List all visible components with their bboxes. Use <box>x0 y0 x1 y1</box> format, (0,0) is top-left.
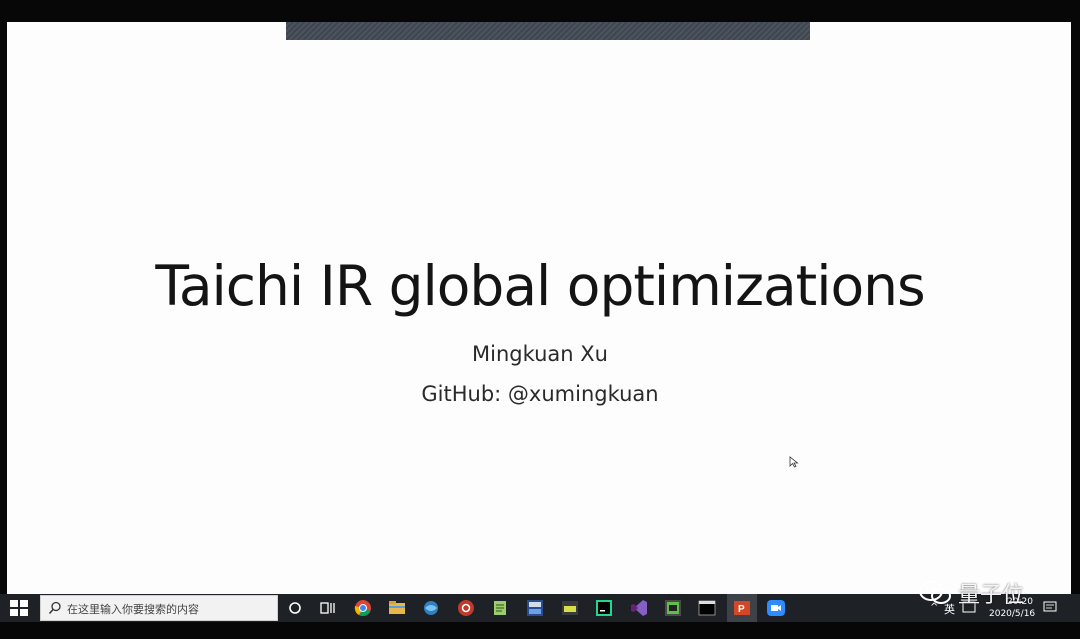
powerpoint-icon[interactable]: P <box>731 598 753 618</box>
devc-icon[interactable] <box>524 598 546 618</box>
search-icon <box>48 601 61 614</box>
settings-gear-icon[interactable] <box>455 598 477 618</box>
watermark: 量子位 <box>918 577 1024 609</box>
screen-share-bar[interactable] <box>286 22 810 40</box>
svg-text:P: P <box>738 604 745 615</box>
file-explorer-icon[interactable] <box>386 598 408 618</box>
network-app-icon[interactable] <box>420 598 442 618</box>
zoom-icon[interactable] <box>765 598 787 618</box>
pycharm-icon[interactable] <box>593 598 615 618</box>
task-view-icon[interactable] <box>316 598 338 618</box>
cortana-icon[interactable] <box>284 598 306 618</box>
slide-github: GitHub: @xumingkuan <box>421 382 659 406</box>
sublime-icon[interactable] <box>662 598 684 618</box>
terminal-app-icon[interactable] <box>559 598 581 618</box>
tray-date[interactable]: 2020/5/16 <box>989 609 1035 619</box>
chrome-icon[interactable] <box>352 598 374 618</box>
visual-studio-icon[interactable] <box>628 598 650 618</box>
search-placeholder: 在这里输入你要搜索的内容 <box>67 603 199 616</box>
windows-start-icon[interactable] <box>10 600 28 616</box>
notepad-icon[interactable] <box>489 598 511 618</box>
watermark-text: 量子位 <box>958 583 1025 608</box>
wechat-icon <box>919 581 951 604</box>
slide-title: Taichi IR global optimizations <box>155 254 925 318</box>
cmd-icon[interactable] <box>696 598 718 618</box>
mouse-cursor-icon <box>789 456 799 468</box>
notifications-icon[interactable] <box>1043 600 1057 614</box>
slide-author: Mingkuan Xu <box>472 342 608 366</box>
